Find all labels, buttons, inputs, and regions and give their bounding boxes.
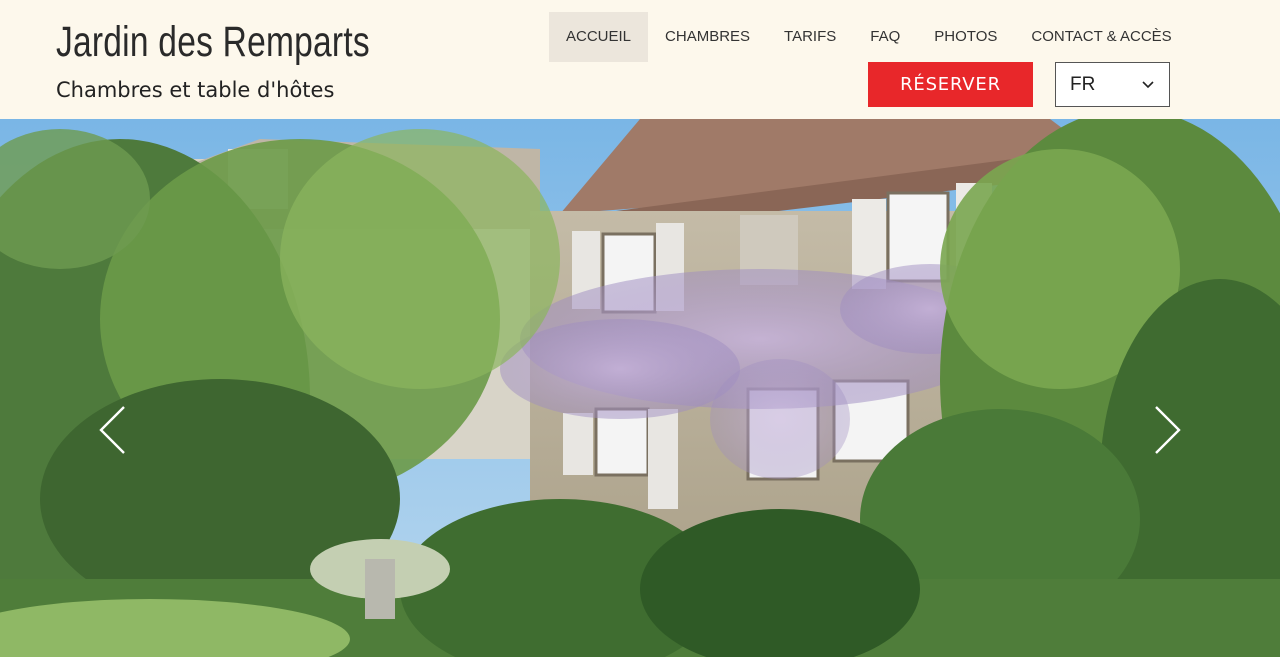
nav-item-contact[interactable]: CONTACT & ACCÈS [1014, 12, 1188, 62]
nav-item-faq[interactable]: FAQ [853, 12, 917, 62]
chevron-left-icon[interactable] [98, 404, 128, 456]
hero-image [0, 119, 1280, 657]
nav-item-chambres[interactable]: CHAMBRES [648, 12, 767, 62]
nav-item-tarifs[interactable]: TARIFS [767, 12, 853, 62]
site-header: Jardin des Remparts Chambres et table d'… [0, 0, 1280, 119]
site-subtitle: Chambres et table d'hôtes [56, 78, 335, 102]
reserve-button[interactable]: RÉSERVER [868, 62, 1033, 107]
site-title[interactable]: Jardin des Remparts [56, 18, 370, 67]
garden-house-photo [0, 119, 1280, 657]
chevron-down-icon [1142, 81, 1154, 89]
nav-item-accueil[interactable]: ACCUEIL [549, 12, 649, 62]
language-value: FR [1070, 74, 1096, 95]
language-select[interactable]: FR [1055, 62, 1170, 107]
chevron-right-icon[interactable] [1152, 404, 1182, 456]
nav-item-photos[interactable]: PHOTOS [917, 12, 1014, 62]
main-nav: ACCUEIL CHAMBRES TARIFS FAQ PHOTOS CONTA… [549, 12, 1189, 62]
